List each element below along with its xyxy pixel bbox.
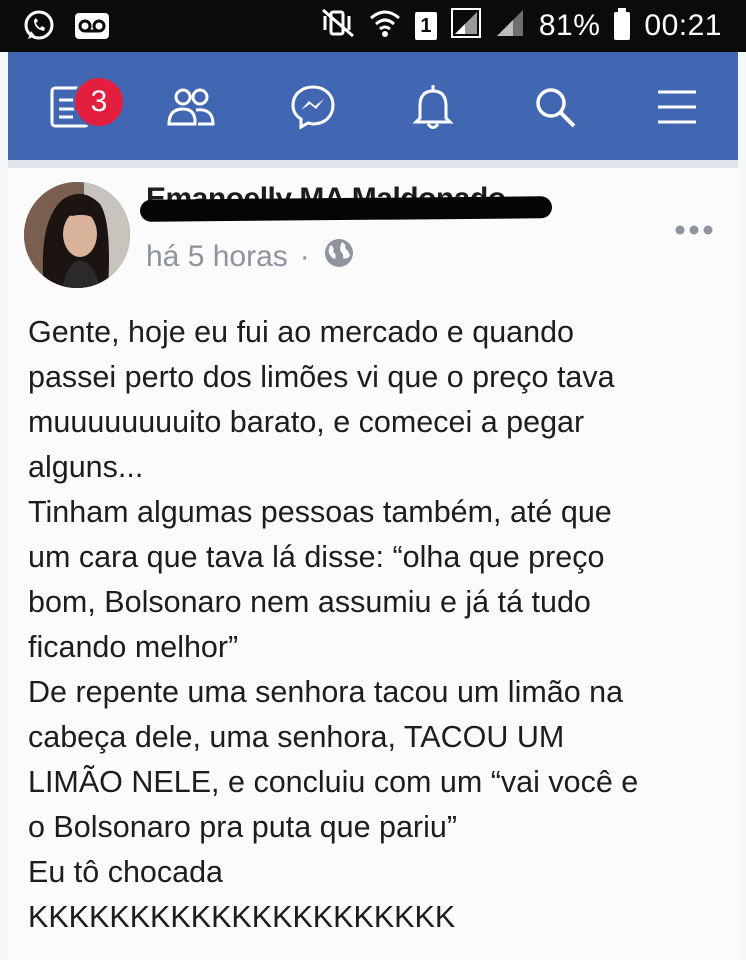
post-text-line: ficando melhor”: [28, 630, 239, 664]
post-timestamp[interactable]: há 5 horas: [146, 240, 288, 274]
post-meta: há 5 horas ·: [146, 236, 356, 278]
status-bar-right: 1 81% 00:21: [321, 7, 722, 43]
clock: 00:21: [644, 8, 722, 42]
whatsapp-icon: [22, 9, 56, 48]
post-text-line: Gente, hoje eu fui ao mercado e quando: [28, 315, 575, 349]
post-text-line: bom, Bolsonaro nem assumiu e já tá tudo: [28, 585, 591, 619]
post-text-line: De repente uma senhora tacou um limão na: [28, 675, 624, 709]
post-card: Emanoelly MA Maldonado há 5 horas · Gent…: [8, 168, 738, 960]
sim-1-badge: 1: [414, 11, 437, 40]
redaction-scribble: [139, 196, 553, 222]
wifi-icon: [369, 8, 401, 43]
notifications-icon[interactable]: [408, 82, 458, 132]
globe-icon: [322, 236, 356, 278]
post-text-line: Eu tô chocada: [28, 855, 224, 889]
post-text-line: o Bolsonaro pra puta que pariu”: [28, 810, 457, 844]
post-text-line: muuuuuuuuito barato, e comecei a pegar: [28, 405, 585, 439]
voicemail-icon: [74, 12, 110, 45]
post-text-line: LIMÃO NELE, e concluiu com um “vai você …: [28, 765, 639, 799]
avatar[interactable]: [24, 182, 130, 288]
status-bar-left: [22, 9, 110, 48]
post-text-line: passei perto dos limões vi que o preço t…: [28, 360, 615, 394]
feed-separator: [8, 160, 738, 168]
notification-count-badge: 3: [73, 76, 125, 128]
friends-icon[interactable]: [166, 82, 216, 132]
post-text-line: um cara que tava lá disse: “olha que pre…: [28, 540, 605, 574]
status-bar: 1 81% 00:21: [0, 0, 746, 52]
menu-icon[interactable]: [652, 82, 702, 132]
battery-percent: 81%: [538, 8, 601, 42]
post-text-line: KKKKKKKKKKKKKKKKKKKKK: [28, 900, 456, 934]
messenger-icon[interactable]: [288, 82, 338, 132]
post-text-line: alguns...: [28, 450, 144, 484]
more-options-icon[interactable]: [674, 206, 714, 245]
facebook-nav-bar: 3: [8, 52, 738, 160]
battery-icon: [614, 7, 631, 40]
post-body: Gente, hoje eu fui ao mercado e quando p…: [28, 310, 728, 940]
signal-icon: [495, 8, 525, 43]
post-text-line: cabeça dele, uma senhora, TACOU UM: [28, 720, 565, 754]
mute-vibrate-icon: [321, 8, 355, 43]
search-icon[interactable]: [530, 82, 580, 132]
post-text-line: Tinham algumas pessoas também, até que: [28, 495, 612, 529]
meta-separator: ·: [299, 240, 310, 273]
signal-icon: [450, 8, 481, 43]
